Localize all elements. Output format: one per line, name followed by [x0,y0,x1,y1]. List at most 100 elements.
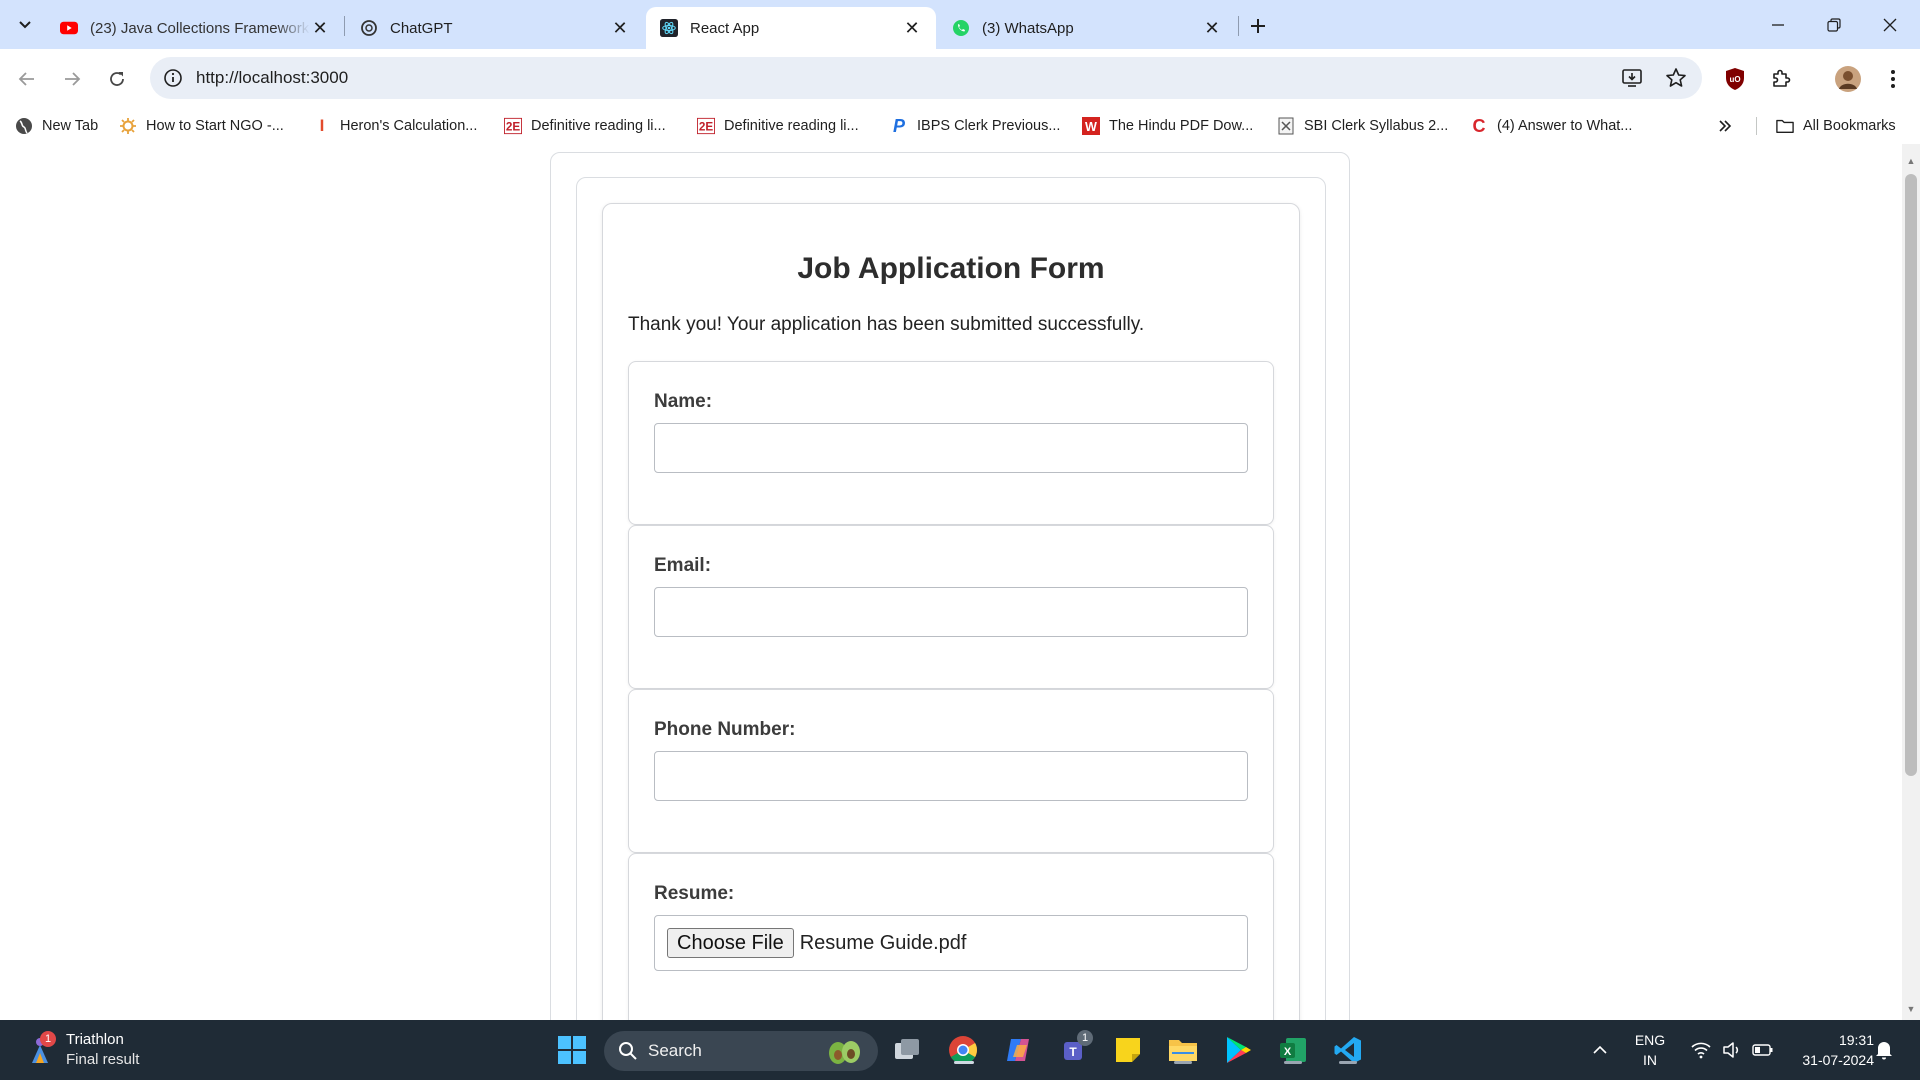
avatar-icon [1835,66,1861,92]
minimize-button[interactable] [1750,0,1806,49]
file-explorer-taskbar-button[interactable] [1165,1032,1201,1068]
clock[interactable]: 19:31 31-07-2024 [1784,1030,1874,1070]
doc-icon [1277,117,1295,135]
bookmark-definitive-1[interactable]: 2E Definitive reading li... [504,114,666,138]
star-icon [1666,68,1686,87]
language-indicator[interactable]: ENG IN [1628,1030,1672,1070]
tab-strip: (23) Java Collections Framework ✕ ChatGP… [0,0,1920,49]
running-indicator [1284,1061,1302,1064]
profile-button[interactable] [1833,64,1863,94]
chevron-down-icon [19,21,31,29]
bookmark-sbi[interactable]: SBI Clerk Syllabus 2... [1277,114,1448,138]
email-field-group: Email: [628,525,1274,689]
svg-text:X: X [1284,1046,1292,1058]
reload-button[interactable] [99,61,135,97]
vertical-scrollbar[interactable]: ▲ ▼ [1902,144,1920,1020]
chrome-taskbar-button[interactable] [945,1032,981,1068]
bookmark-label: Heron's Calculation... [340,118,478,134]
choose-file-button[interactable]: Choose File [667,928,794,958]
job-application-form: Job Application Form Thank you! Your app… [602,203,1300,1020]
teams-taskbar-button[interactable]: T 1 [1055,1030,1093,1068]
bookmark-ngo[interactable]: How to Start NGO -... [119,114,284,138]
active-indicator [954,1061,974,1064]
plus-icon [1251,19,1265,33]
resume-file-input[interactable]: Choose File Resume Guide.pdf [654,915,1248,971]
arrow-left-icon [18,72,34,86]
notifications-button[interactable] [1870,1036,1898,1064]
all-bookmarks-button[interactable]: All Bookmarks [1776,114,1896,138]
address-bar[interactable]: http://localhost:3000 [150,57,1702,99]
arrow-right-icon [65,72,81,86]
more-vertical-icon [1891,70,1895,88]
close-icon[interactable]: ✕ [610,18,630,38]
windows-taskbar: 1 Triathlon Final result Search T 1 X EN… [0,1020,1920,1080]
globe-icon [15,117,33,135]
folder-icon [1169,1040,1197,1061]
tab-whatsapp[interactable]: (3) WhatsApp ✕ [938,7,1236,49]
tab-chatgpt[interactable]: ChatGPT ✕ [346,7,644,49]
react-icon [660,19,678,37]
back-button[interactable] [9,61,45,97]
p-icon: P [892,115,905,136]
bookmark-label: IBPS Clerk Previous... [917,118,1061,134]
bookmark-the-hindu[interactable]: W The Hindu PDF Dow... [1082,114,1253,138]
w-icon: W [1082,117,1100,135]
bookmark-definitive-2[interactable]: 2E Definitive reading li... [697,114,859,138]
extensions-button[interactable] [1766,64,1796,94]
running-indicator [1339,1061,1357,1064]
widget-title: Triathlon [66,1031,124,1048]
show-hidden-icons-button[interactable] [1584,1034,1616,1066]
ublock-extension-button[interactable]: uO [1720,64,1750,94]
email-label: Email: [654,555,712,576]
start-button[interactable] [554,1032,590,1068]
tab-react-app[interactable]: React App ✕ [646,7,936,49]
page-viewport: Job Application Form Thank you! Your app… [0,144,1920,1020]
bookmarks-bar: New Tab How to Start NGO -... I Heron's … [0,108,1920,144]
scrollbar-thumb[interactable] [1905,174,1917,776]
bookmarks-overflow-button[interactable] [1718,114,1732,138]
close-icon[interactable]: ✕ [1202,18,1222,38]
copilot-taskbar-button[interactable] [1000,1032,1036,1068]
restore-button[interactable] [1806,0,1862,49]
new-tab-button[interactable] [1244,12,1272,40]
bookmark-star-button[interactable] [1664,66,1688,90]
widgets-button[interactable]: 1 Triathlon Final result [26,1030,139,1070]
bookmark-answer[interactable]: C (4) Answer to What... [1470,114,1633,138]
tab-separator [1238,16,1239,36]
menu-button[interactable] [1878,64,1908,94]
svg-text:2E: 2E [506,121,521,134]
taskbar-search[interactable]: Search [604,1031,878,1071]
all-bookmarks-label: All Bookmarks [1803,118,1896,134]
forward-button[interactable] [54,61,90,97]
task-view-button[interactable] [890,1032,926,1068]
battery-icon [1752,1044,1773,1056]
close-icon[interactable]: ✕ [902,18,922,38]
chatgpt-icon [360,19,378,37]
tab-youtube[interactable]: (23) Java Collections Framework ✕ [46,7,344,49]
vscode-taskbar-button[interactable] [1330,1032,1366,1068]
scroll-down-arrow-icon[interactable]: ▼ [1906,1004,1916,1014]
tab-title: (23) Java Collections Framework [90,19,310,37]
sticky-notes-taskbar-button[interactable] [1110,1032,1146,1068]
info-icon[interactable] [162,67,184,89]
tab-search-button[interactable] [10,10,40,40]
close-window-button[interactable] [1862,0,1918,49]
resume-field-group: Resume: Choose File Resume Guide.pdf [628,853,1274,1020]
name-label: Name: [654,391,713,412]
bookmark-label: New Tab [42,118,99,134]
search-icon [619,1042,637,1060]
name-input[interactable] [654,423,1248,473]
scroll-up-arrow-icon[interactable]: ▲ [1906,156,1916,166]
install-app-button[interactable] [1620,66,1644,90]
bookmark-ibps[interactable]: P IBPS Clerk Previous... [890,114,1060,138]
system-tray-quick-settings[interactable] [1682,1034,1782,1066]
excel-taskbar-button[interactable]: X [1275,1032,1311,1068]
email-input[interactable] [654,587,1248,637]
bookmark-heron[interactable]: I Heron's Calculation... [313,114,478,138]
browser-toolbar: http://localhost:3000 uO [0,49,1920,108]
teams-badge: 1 [1077,1030,1093,1046]
bookmark-new-tab[interactable]: New Tab [15,114,98,138]
close-icon[interactable]: ✕ [310,18,330,38]
phone-input[interactable] [654,751,1248,801]
play-store-taskbar-button[interactable] [1220,1032,1256,1068]
